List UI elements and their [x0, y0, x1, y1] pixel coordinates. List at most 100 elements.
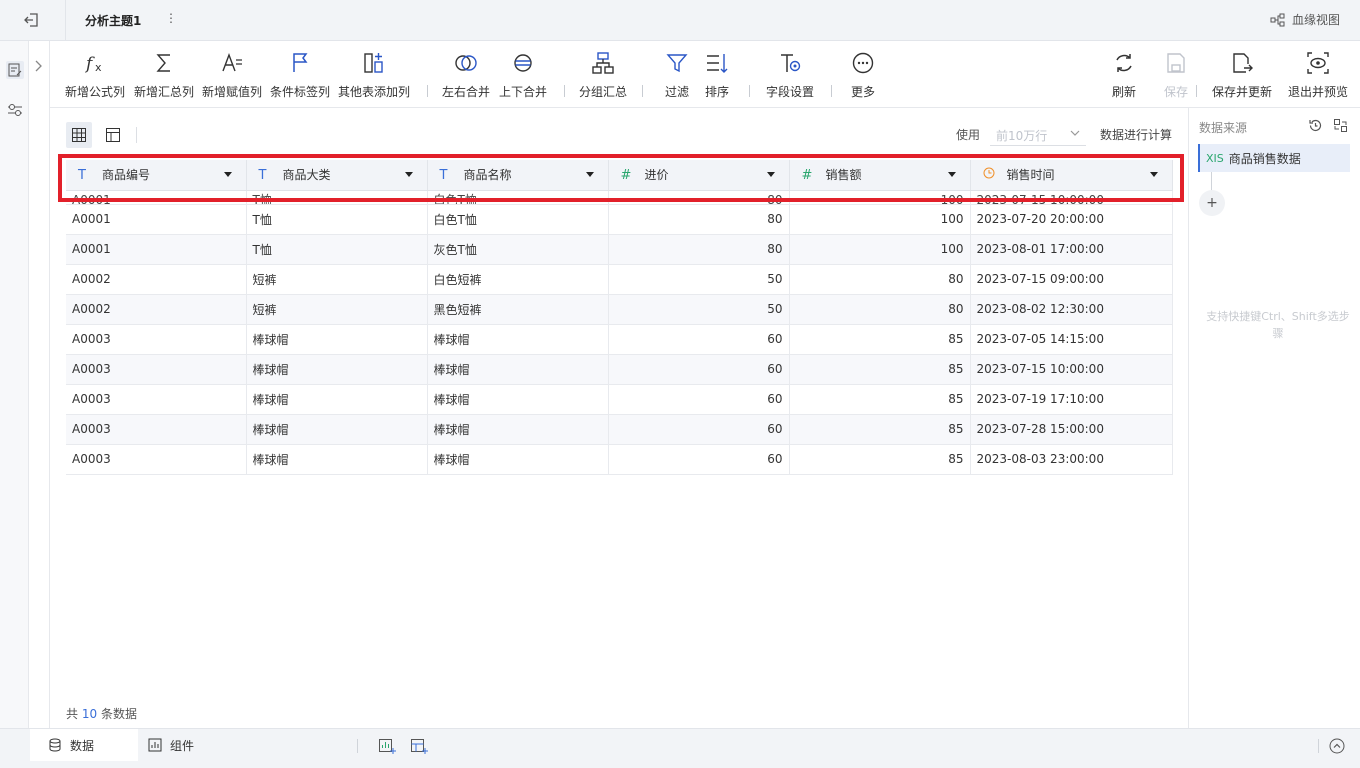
column-label: 销售额	[825, 168, 862, 183]
table-cell: 85	[789, 414, 971, 445]
merge-up-down-button[interactable]: 上下合并	[499, 51, 547, 100]
caret-down-icon[interactable]	[766, 172, 775, 177]
save-button[interactable]: 保存	[1164, 51, 1188, 100]
table-cell: 2023-07-19 17:10:00	[970, 384, 1173, 415]
data-source-title: 数据来源	[1199, 121, 1248, 135]
table-cell: A0001	[66, 234, 247, 265]
table-row[interactable]: A0002 短裤 白色短裤 50 80 2023-07-15 09:00:00	[66, 264, 1173, 295]
toolbar: fx 新增公式列 新增汇总列 新增赋值列 条件标签列 其他表添加列 左右合并 上…	[50, 41, 1360, 108]
text-type-icon: T	[258, 168, 267, 184]
caret-down-icon[interactable]	[947, 172, 956, 177]
time-type-icon	[983, 167, 999, 183]
table-cell: 50	[608, 294, 790, 325]
table-cell: 黑色短裤	[427, 294, 609, 325]
filter-button[interactable]: 过滤	[665, 51, 689, 100]
table-cell: 80	[608, 204, 790, 235]
table-cell: 2023-07-05 14:15:00	[970, 324, 1173, 355]
layout-view-button[interactable]	[100, 122, 126, 148]
table-cell: 棒球帽	[246, 354, 428, 385]
more-label: 更多	[851, 85, 876, 99]
table-row[interactable]: A0003 棒球帽 棒球帽 60 85 2023-08-03 23:00:00	[66, 444, 1173, 475]
table-cell: A0003	[66, 384, 247, 415]
table-cell: 白色T恤	[427, 190, 609, 205]
table-cell: 50	[608, 264, 790, 295]
table-row[interactable]: A0003 棒球帽 棒球帽 60 85 2023-07-28 15:00:00	[66, 414, 1173, 445]
text-type-icon: T	[78, 168, 86, 184]
data-table: T 商品编号 T 商品大类 T 商品名称 # 进价 # 销售额 销售时间 A0001 T恤白…	[66, 160, 1173, 475]
add-summary-column-button[interactable]: 新增汇总列	[134, 51, 194, 100]
table-row[interactable]: A0001 T恤 白色T恤 80 100 2023-07-20 20:00:00	[66, 204, 1173, 235]
table-cell: 60	[608, 444, 790, 475]
table-row[interactable]: A0003 棒球帽 棒球帽 60 85 2023-07-15 10:00:00	[66, 354, 1173, 385]
replace-source-icon[interactable]	[1333, 118, 1348, 133]
data-source-pane: 数据来源 XIS 商品销售数据 + 支持快捷键Ctrl、Shift多选步骤	[1188, 108, 1360, 728]
add-assign-column-button[interactable]: 新增赋值列	[202, 51, 262, 100]
tab-data[interactable]: 数据	[30, 729, 138, 761]
tab-component[interactable]: 组件	[148, 729, 194, 761]
more-button[interactable]: 更多	[851, 51, 875, 100]
table-row[interactable]: A0003 棒球帽 棒球帽 60 85 2023-07-05 14:15:00	[66, 324, 1173, 355]
row-limit-select[interactable]: 前10万行	[990, 122, 1086, 146]
exit-icon[interactable]	[22, 10, 42, 30]
caret-down-icon[interactable]	[404, 172, 413, 177]
column-header-product-name[interactable]: T 商品名称	[427, 160, 609, 191]
row-count-summary: 共 10 条数据	[66, 705, 137, 722]
merge-lr-label: 左右合并	[442, 85, 491, 99]
add-step-button[interactable]: +	[1199, 190, 1225, 216]
sort-button[interactable]: 排序	[705, 51, 729, 100]
grid-view-button[interactable]	[66, 122, 92, 148]
add-chart-icon[interactable]	[378, 737, 396, 755]
table-cell: 棒球帽	[427, 384, 609, 415]
group-summary-button[interactable]: 分组汇总	[579, 51, 627, 100]
condition-label-column-button[interactable]: 条件标签列	[270, 51, 330, 100]
table-cell: A0003	[66, 354, 247, 385]
data-source-item[interactable]: XIS 商品销售数据	[1198, 144, 1350, 172]
other-table-add-column-button[interactable]: 其他表添加列	[338, 51, 410, 100]
table-cell: 短裤	[246, 294, 428, 325]
column-header-sales-time[interactable]: 销售时间	[970, 160, 1173, 191]
field-settings-button[interactable]: 字段设置	[766, 51, 814, 100]
table-cell: 棒球帽	[427, 354, 609, 385]
table-row[interactable]: A0003 棒球帽 棒球帽 60 85 2023-07-19 17:10:00	[66, 384, 1173, 415]
caret-down-icon[interactable]	[223, 172, 232, 177]
toolbar-divider	[564, 85, 565, 97]
save-icon	[1167, 53, 1185, 73]
column-header-product-id[interactable]: T 商品编号	[66, 160, 247, 191]
settings-sliders-icon[interactable]	[6, 101, 24, 119]
table-row[interactable]: A0002 短裤 黑色短裤 50 80 2023-08-02 12:30:00	[66, 294, 1173, 325]
edit-steps-icon[interactable]	[6, 61, 24, 79]
row-limit-value: 前10万行	[996, 129, 1048, 143]
table-cell: A0003	[66, 414, 247, 445]
formula-icon: fx	[84, 54, 102, 74]
lineage-view-button[interactable]: 血缘视图	[1270, 11, 1340, 28]
table-cell: 棒球帽	[246, 444, 428, 475]
save-update-icon	[1233, 53, 1253, 73]
add-dashboard-icon[interactable]	[410, 737, 428, 755]
merge-ud-icon	[514, 54, 532, 72]
table-cell: 2023-07-15 10:00:00	[970, 354, 1173, 385]
save-and-update-button[interactable]: 保存并更新	[1212, 51, 1272, 100]
column-label: 商品名称	[463, 168, 512, 183]
merge-left-right-button[interactable]: 左右合并	[442, 51, 490, 100]
refresh-button[interactable]: 刷新	[1112, 51, 1136, 100]
column-header-sales-amount[interactable]: # 销售额	[789, 160, 971, 191]
table-cell: 80	[608, 190, 790, 205]
exit-and-preview-button[interactable]: 退出并预览	[1288, 51, 1348, 100]
calc-label: 数据进行计算	[1100, 128, 1173, 142]
panel-expander[interactable]	[30, 41, 50, 728]
caret-down-icon[interactable]	[585, 172, 594, 177]
table-cell: A0003	[66, 444, 247, 475]
tab-more-icon[interactable]: ⋮	[165, 11, 177, 25]
history-icon[interactable]	[1308, 118, 1323, 133]
column-header-category[interactable]: T 商品大类	[246, 160, 428, 191]
merge-ud-label: 上下合并	[499, 85, 548, 99]
column-label: 商品编号	[102, 168, 151, 183]
use-label: 使用	[956, 128, 981, 142]
caret-down-icon[interactable]	[1149, 172, 1158, 177]
table-row[interactable]: A0001 T恤 灰色T恤 80 100 2023-08-01 17:00:00	[66, 234, 1173, 265]
sort-icon	[707, 54, 728, 73]
column-header-cost-price[interactable]: # 进价	[608, 160, 790, 191]
collapse-up-icon[interactable]	[1328, 737, 1346, 755]
add-formula-column-button[interactable]: fx 新增公式列	[65, 51, 125, 100]
analysis-tab-title[interactable]: 分析主题1	[85, 12, 141, 29]
